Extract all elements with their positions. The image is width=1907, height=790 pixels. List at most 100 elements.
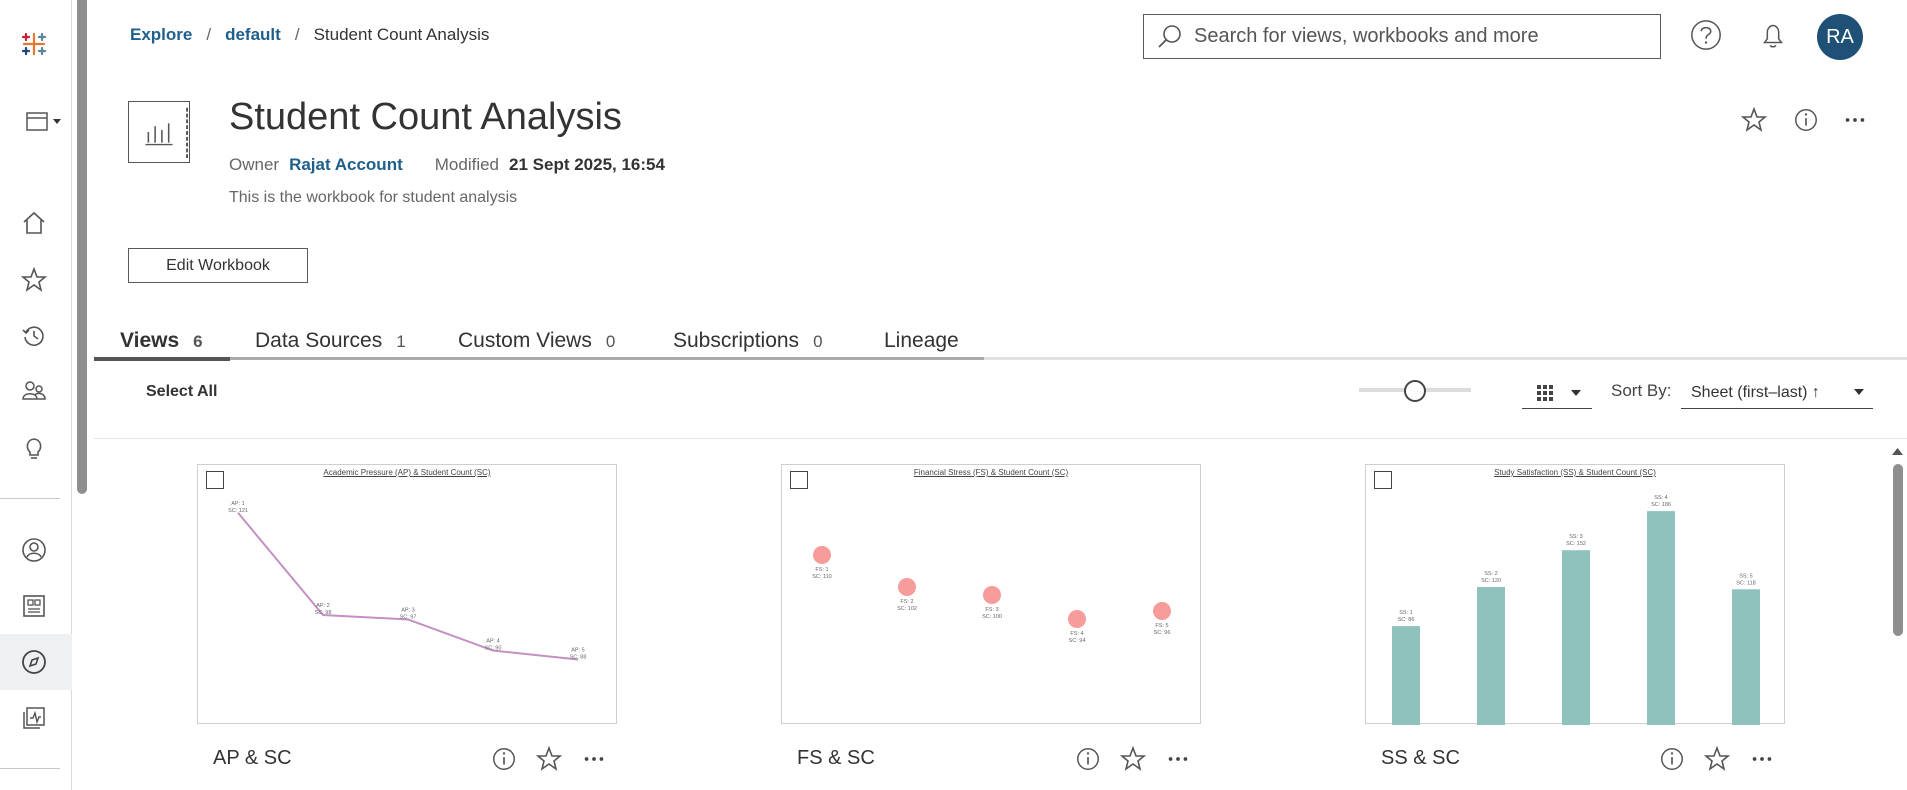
select-checkbox[interactable] (790, 471, 808, 489)
sort-by-value: Sheet (first–last) ↑ (1691, 383, 1820, 401)
data-label: SC: 110 (812, 574, 831, 580)
tab-label: Data Sources (255, 329, 383, 352)
breadcrumb-default-link[interactable]: default (225, 25, 281, 45)
data-label: FS: 2 (900, 599, 913, 605)
favorite-star-icon[interactable] (1119, 745, 1147, 773)
info-icon[interactable] (491, 746, 517, 772)
more-actions-icon[interactable] (1165, 746, 1191, 772)
info-icon[interactable] (1075, 746, 1101, 772)
tab-count: 6 (193, 332, 203, 351)
data-label: AP: 5 (571, 647, 584, 653)
bar (1562, 550, 1590, 725)
search-input[interactable]: Search for views, workbooks and more (1143, 14, 1661, 59)
view-thumbnail[interactable]: AP: 1 SC: 121 AP: 2 SC: 98 AP: 3 SC: 97 AP: 4S… (197, 464, 617, 724)
view-card[interactable]: SS: 1 SC: 86 SS: 2 SC: 120 SS: 3 SC: 152 SS: 4… (1365, 464, 1785, 771)
user-avatar[interactable]: RA (1817, 14, 1863, 60)
home-icon[interactable] (16, 205, 52, 241)
favorite-star-icon[interactable] (1703, 745, 1731, 773)
edit-workbook-button[interactable]: Edit Workbook (128, 248, 308, 283)
recommendations-lightbulb-icon[interactable] (16, 430, 52, 466)
tab-count: 1 (396, 332, 406, 351)
right-scrollbar-thumb[interactable] (1893, 464, 1903, 636)
data-point (983, 586, 1001, 604)
view-name[interactable]: SS & SC (1381, 747, 1460, 770)
new-content-dropdown-icon[interactable] (20, 104, 68, 140)
favorite-star-icon[interactable] (1737, 103, 1771, 137)
right-scrollbar[interactable] (1888, 444, 1907, 790)
view-mode-dropdown[interactable] (1522, 377, 1592, 409)
data-label: AP: 1 (231, 501, 244, 507)
breadcrumb: Explore / default / Student Count Analys… (130, 25, 489, 45)
notifications-bell-icon[interactable] (1754, 16, 1792, 54)
data-label: SC: 100 (982, 614, 1002, 620)
bar (1392, 626, 1420, 725)
chart-title: Financial Stress (FS) & Student Count (S… (913, 468, 1069, 477)
zoom-slider-handle[interactable] (1404, 380, 1426, 402)
bar (1477, 587, 1505, 725)
breadcrumb-separator: / (206, 25, 212, 44)
info-icon[interactable] (1789, 103, 1823, 137)
more-actions-icon[interactable] (581, 746, 607, 772)
tab-active-indicator (94, 357, 230, 361)
data-label: SC: 88 (570, 654, 587, 660)
collections-people-icon[interactable] (16, 373, 52, 409)
tabs-underline (230, 357, 984, 360)
tab-label: Custom Views (458, 329, 592, 352)
select-all-button[interactable]: Select All (146, 383, 217, 401)
view-thumbnail[interactable]: FS: 1 SC: 110 FS: 2 SC: 102 FS: 3 SC: 100 FS: … (781, 464, 1201, 724)
explore-compass-icon[interactable] (16, 644, 52, 680)
data-label: SS: 5 (1739, 573, 1752, 579)
data-label: SS: 4 (1654, 495, 1667, 501)
sort-by-select[interactable]: Sheet (first–last) ↑ (1681, 377, 1873, 409)
view-card[interactable]: FS: 1 SC: 110 FS: 2 SC: 102 FS: 3 SC: 100 FS: … (781, 464, 1201, 771)
tableau-logo-icon[interactable] (16, 26, 52, 62)
tab-lineage[interactable]: Lineage (884, 329, 959, 353)
view-card[interactable]: AP: 1 SC: 121 AP: 2 SC: 98 AP: 3 SC: 97 AP: 4S… (197, 464, 617, 771)
data-point (1068, 610, 1086, 628)
more-actions-icon[interactable] (1749, 746, 1775, 772)
modified-value: 21 Sept 2025, 16:54 (509, 155, 665, 174)
help-icon[interactable] (1687, 16, 1725, 54)
bar (1647, 511, 1675, 725)
view-name[interactable]: AP & SC (213, 747, 292, 770)
left-scrollbar-thumb[interactable] (77, 0, 87, 494)
left-scrollbar[interactable] (75, 0, 89, 500)
card-actions (491, 745, 607, 773)
activity-monitor-icon[interactable] (16, 700, 52, 736)
nav-divider-bottom (0, 768, 60, 769)
breadcrumb-explore-link[interactable]: Explore (130, 25, 192, 45)
view-thumbnail[interactable]: SS: 1 SC: 86 SS: 2 SC: 120 SS: 3 SC: 152 SS: 4… (1365, 464, 1785, 725)
chart-title: Study Satisfaction (SS) & Student Count … (1494, 468, 1656, 477)
view-name[interactable]: FS & SC (797, 747, 875, 770)
scroll-up-arrow-icon[interactable] (1888, 445, 1907, 457)
modified-label: Modified (434, 155, 500, 174)
sort-by-label: Sort By: (1611, 381, 1672, 400)
select-checkbox[interactable] (206, 471, 224, 489)
select-checkbox[interactable] (1374, 471, 1392, 489)
tab-custom-views[interactable]: Custom Views 0 (458, 329, 615, 353)
card-actions (1075, 745, 1191, 773)
page-title: Student Count Analysis (229, 96, 622, 138)
tab-label: Subscriptions (673, 329, 800, 352)
data-label: SC: 97 (400, 614, 417, 620)
data-label: FS: 5 (1155, 623, 1168, 629)
data-label: AP: 2 (316, 603, 329, 609)
tab-views[interactable]: Views 6 (120, 329, 203, 353)
search-icon (1158, 24, 1181, 48)
more-actions-icon[interactable] (1838, 103, 1872, 137)
tab-subscriptions[interactable]: Subscriptions 0 (673, 329, 823, 353)
recents-history-icon[interactable] (16, 318, 52, 354)
data-label: SC: 102 (897, 606, 917, 612)
content-grid-icon[interactable] (16, 588, 52, 624)
favorites-star-icon[interactable] (16, 262, 52, 298)
data-label: SC: 94 (1069, 638, 1086, 644)
data-label: SS: 3 (1569, 534, 1582, 540)
user-profile-icon[interactable] (16, 532, 52, 568)
left-nav (0, 0, 72, 790)
info-icon[interactable] (1659, 746, 1685, 772)
tab-data-sources[interactable]: Data Sources 1 (255, 329, 406, 353)
favorite-star-icon[interactable] (535, 745, 563, 773)
owner-link[interactable]: Rajat Account (289, 155, 403, 175)
tab-label: Views (120, 329, 180, 352)
tab-count: 0 (605, 332, 616, 351)
